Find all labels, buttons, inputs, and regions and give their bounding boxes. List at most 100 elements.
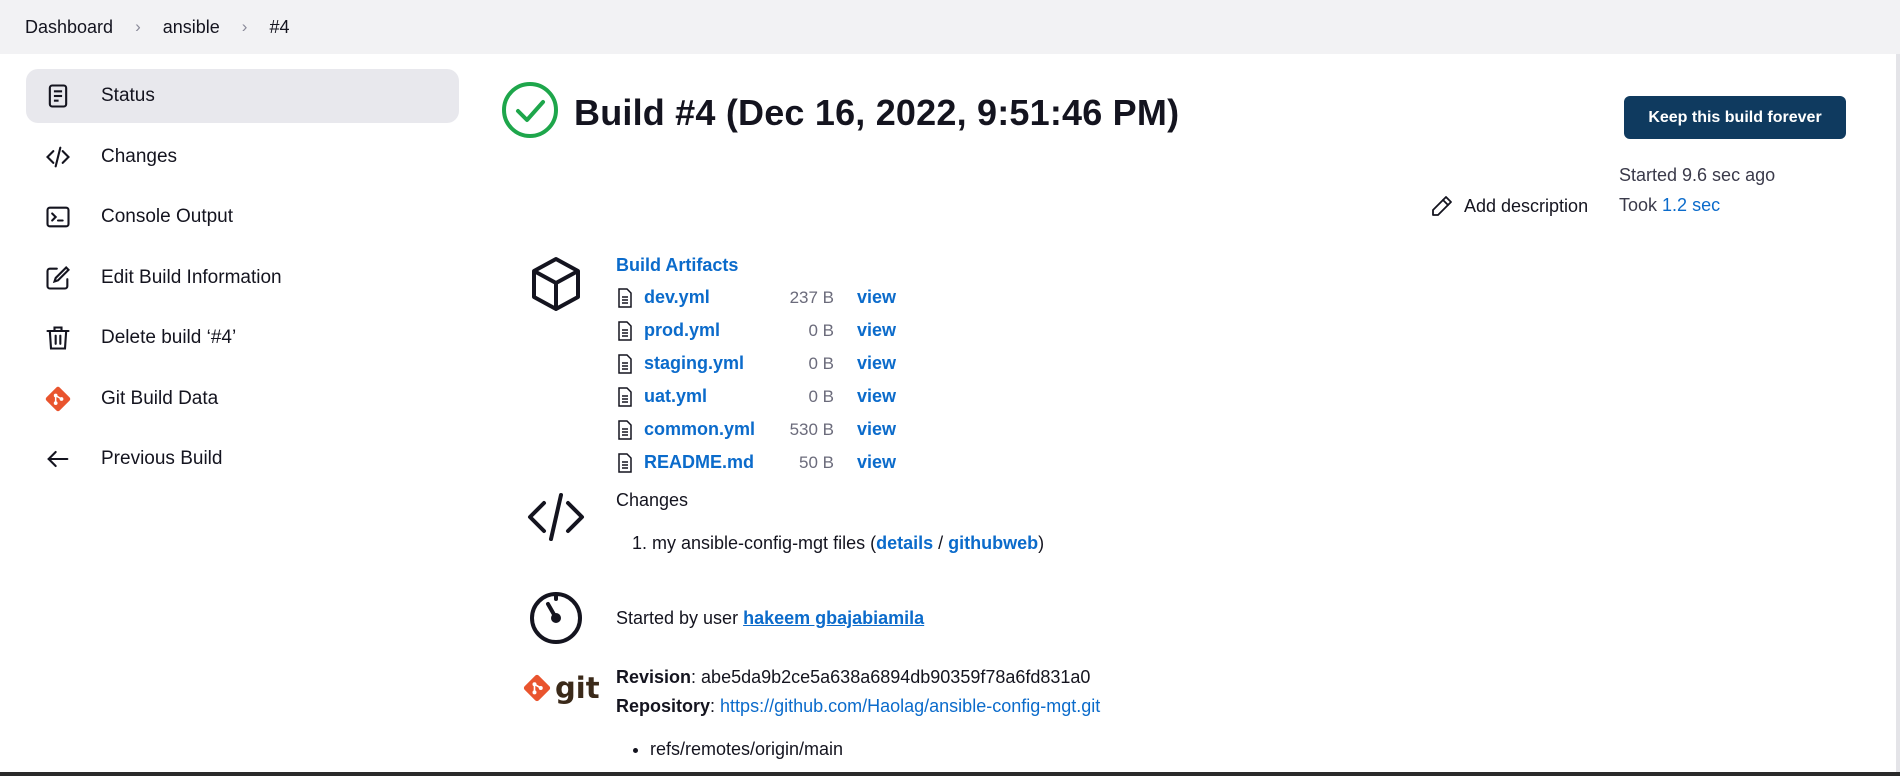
started-ago: Started 9.6 sec ago [1619, 165, 1776, 185]
build-artifacts-link[interactable]: Build Artifacts [616, 255, 896, 276]
artifact-file-link[interactable]: dev.yml [644, 287, 774, 308]
list-item: refs/remotes/origin/main [650, 739, 843, 760]
arrow-left-icon [43, 444, 73, 474]
sidebar-item-label: Previous Build [101, 448, 223, 469]
artifact-view-link[interactable]: view [857, 320, 896, 341]
repository-link[interactable]: https://github.com/Haolag/ansible-config… [720, 696, 1100, 716]
sidebar-item-edit-build-information[interactable]: Edit Build Information [26, 251, 459, 305]
file-icon [618, 386, 632, 407]
breadcrumb-build[interactable]: #4 [269, 17, 289, 38]
page-title: Build #4 (Dec 16, 2022, 9:51:46 PM) [574, 91, 1180, 133]
keep-build-forever-button[interactable]: Keep this build forever [1624, 96, 1846, 139]
artifact-row: common.yml 530 B view [616, 413, 896, 446]
sidebar-item-label: Git Build Data [101, 387, 219, 409]
artifact-size: 0 B [808, 353, 834, 373]
artifact-size: 237 B [789, 287, 834, 307]
changes-list: my ansible-config-mgt files (details / g… [616, 533, 1044, 554]
artifact-size: 0 B [808, 320, 834, 340]
user-link[interactable]: hakeem gbajabiamila [743, 608, 924, 628]
started-by: Started by user hakeem gbajabiamila [616, 608, 924, 629]
trash-icon [43, 323, 73, 353]
change-close: ) [1038, 533, 1045, 553]
scrollbar[interactable] [1896, 54, 1900, 772]
artifact-view-link[interactable]: view [857, 353, 896, 374]
artifact-size: 530 B [789, 419, 834, 439]
sidebar-item-previous-build[interactable]: Previous Build [26, 432, 459, 486]
timer-icon [526, 587, 586, 647]
file-icon [618, 287, 632, 308]
breadcrumb-ansible[interactable]: ansible [163, 17, 220, 38]
sidebar: Status Changes Console Output Edit Build… [26, 69, 459, 493]
git-logo: git [522, 671, 600, 705]
change-details-link[interactable]: details [876, 533, 933, 553]
list-item: my ansible-config-mgt files (details / g… [652, 533, 1044, 554]
build-timing: Started 9.6 sec ago Took 1.2 sec [1619, 160, 1775, 220]
artifact-view-link[interactable]: view [857, 452, 896, 473]
artifact-file-link[interactable]: README.md [644, 452, 774, 473]
git-icon [43, 384, 73, 414]
artifact-row: uat.yml 0 B view [616, 380, 896, 413]
artifact-row: dev.yml 237 B view [616, 281, 896, 314]
status-document-icon [43, 81, 73, 111]
add-description-button[interactable]: Add description [1430, 194, 1588, 218]
file-icon [618, 353, 632, 374]
build-artifacts: Build Artifacts dev.yml 237 B view prod.… [616, 255, 896, 479]
artifact-view-link[interactable]: view [857, 419, 896, 440]
git-build-data: Revision: abe5da9b2ce5a638a6894db90359f7… [616, 663, 1100, 721]
edit-icon [43, 263, 73, 293]
main-content: Build #4 (Dec 16, 2022, 9:51:46 PM) Keep… [500, 60, 1860, 776]
artifact-file-link[interactable]: prod.yml [644, 320, 774, 341]
sidebar-item-status[interactable]: Status [26, 69, 459, 123]
took-duration: Took 1.2 sec [1619, 190, 1775, 220]
sidebar-item-label: Delete build ‘#4’ [101, 327, 237, 348]
revision-value: abe5da9b2ce5a638a6894db90359f78a6fd831a0 [701, 667, 1091, 687]
build-header: Build #4 (Dec 16, 2022, 9:51:46 PM) [500, 80, 1179, 145]
sidebar-item-label: Changes [101, 145, 178, 167]
artifact-file-link[interactable]: common.yml [644, 419, 774, 440]
change-githubweb-link[interactable]: githubweb [948, 533, 1038, 553]
chevron-right-icon: › [135, 17, 141, 36]
sidebar-item-git-build-data[interactable]: Git Build Data [26, 372, 459, 426]
breadcrumb: Dashboard › ansible › #4 [0, 0, 1900, 54]
artifact-row: staging.yml 0 B view [616, 347, 896, 380]
sidebar-item-label: Status [101, 85, 155, 106]
revision-label: Revision [616, 667, 692, 687]
repository-label: Repository [616, 696, 711, 716]
file-icon [618, 419, 632, 440]
file-icon [618, 320, 632, 341]
change-message: my ansible-config-mgt files ( [652, 533, 877, 553]
artifact-view-link[interactable]: view [857, 386, 896, 407]
terminal-icon [43, 202, 73, 232]
code-icon [43, 142, 73, 172]
branch-list: refs/remotes/origin/main [650, 739, 843, 760]
changes-section: Changes my ansible-config-mgt files (det… [616, 490, 1044, 554]
add-description-label: Add description [1464, 195, 1589, 216]
code-icon [526, 487, 586, 547]
success-check-icon [500, 80, 560, 145]
artifact-file-link[interactable]: uat.yml [644, 386, 774, 407]
revision-row: Revision: abe5da9b2ce5a638a6894db90359f7… [616, 667, 1091, 687]
artifact-size: 0 B [808, 386, 834, 406]
took-duration-link[interactable]: 1.2 sec [1662, 195, 1720, 215]
git-icon [523, 674, 551, 702]
artifact-row: README.md 50 B view [616, 446, 896, 479]
package-icon [526, 254, 586, 314]
sidebar-item-label: Edit Build Information [101, 266, 282, 288]
breadcrumb-dashboard[interactable]: Dashboard [25, 17, 113, 38]
window-bottom-border [0, 772, 1900, 776]
took-label: Took [1619, 195, 1658, 215]
changes-title: Changes [616, 490, 689, 510]
artifact-view-link[interactable]: view [857, 287, 896, 308]
file-icon [618, 452, 632, 473]
artifact-row: prod.yml 0 B view [616, 314, 896, 347]
started-by-label: Started by user [616, 608, 739, 628]
sidebar-item-delete-build[interactable]: Delete build ‘#4’ [26, 311, 459, 365]
change-separator: / [933, 533, 949, 553]
sidebar-item-console-output[interactable]: Console Output [26, 190, 459, 244]
sidebar-item-changes[interactable]: Changes [26, 130, 459, 184]
artifact-file-link[interactable]: staging.yml [644, 353, 774, 374]
sidebar-item-label: Console Output [101, 206, 234, 227]
chevron-right-icon: › [241, 17, 248, 36]
pencil-icon [1432, 196, 1452, 216]
git-logo-text: git [555, 671, 600, 705]
